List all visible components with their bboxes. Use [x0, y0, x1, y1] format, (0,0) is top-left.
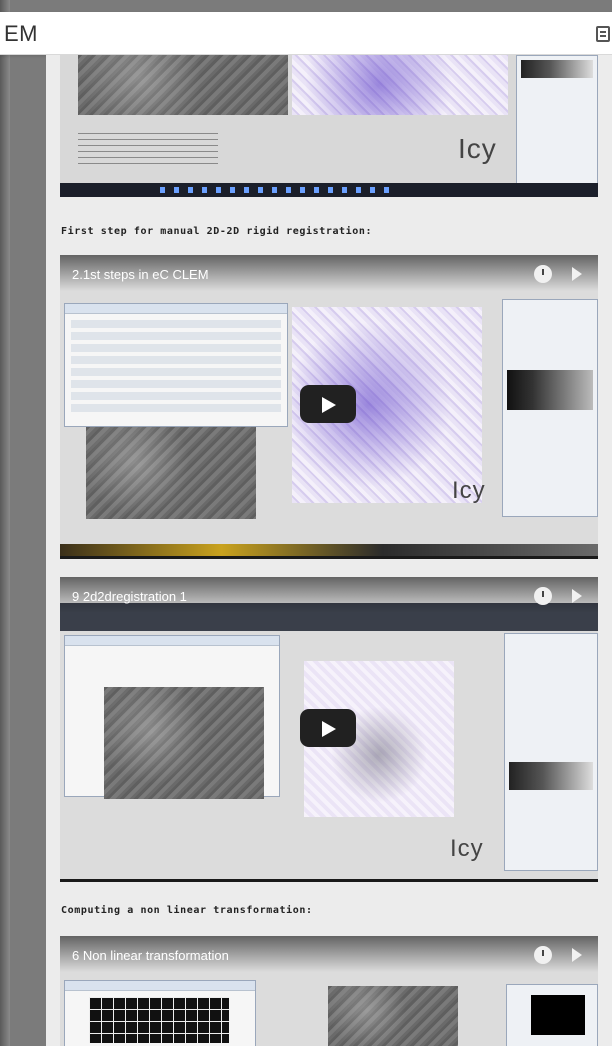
em-image — [86, 427, 256, 519]
video-title[interactable]: 9 2d2dregistration 1 — [72, 589, 187, 604]
plugin-window — [64, 303, 288, 427]
histogram-panel — [509, 762, 593, 790]
icy-logo: Icy — [452, 477, 486, 504]
em-image — [78, 55, 288, 115]
watch-later-icon[interactable] — [534, 265, 552, 283]
share-icon[interactable] — [572, 589, 582, 603]
icy-logo: Icy — [450, 835, 484, 862]
screenshot-image: Icy — [60, 55, 598, 197]
window-titlebar — [65, 636, 279, 646]
left-gutter — [0, 0, 10, 1046]
share-icon[interactable] — [572, 948, 582, 962]
icy-logo: Icy — [458, 133, 497, 164]
fluorescence-image — [292, 55, 508, 115]
properties-panel — [516, 55, 598, 185]
watch-later-icon[interactable] — [534, 587, 552, 605]
section-heading: First step for manual 2D-2D rigid regist… — [61, 226, 373, 237]
video-player[interactable]: 9 2d2dregistration 1 Icy — [60, 577, 598, 882]
console-output — [78, 133, 218, 165]
plugin-controls — [71, 320, 281, 416]
taskbar-icons — [160, 187, 390, 193]
plugin-window — [64, 980, 256, 1046]
video-player[interactable]: 2.1st steps in eC CLEM Icy — [60, 255, 598, 559]
window-titlebar — [65, 304, 287, 314]
top-bar: EM — [0, 12, 612, 55]
window-titlebar — [65, 981, 255, 991]
article-content: Icy First step for manual 2D-2D rigid re… — [46, 55, 612, 1046]
properties-panel — [504, 633, 598, 871]
play-button[interactable] — [300, 709, 356, 747]
share-icon[interactable] — [572, 267, 582, 281]
windows-taskbar — [60, 183, 598, 197]
canvas-preview — [531, 995, 585, 1035]
em-image-window — [104, 687, 264, 799]
properties-panel — [506, 984, 598, 1046]
book-icon[interactable] — [596, 26, 610, 42]
histogram-panel — [521, 60, 593, 78]
page-title: EM — [4, 21, 38, 46]
histogram-panel — [507, 370, 593, 410]
deformed-grid-image — [89, 997, 229, 1043]
video-title[interactable]: 6 Non linear transformation — [72, 948, 229, 963]
video-bottom-strip — [60, 544, 598, 556]
watch-later-icon[interactable] — [534, 946, 552, 964]
properties-panel — [502, 299, 598, 517]
video-player[interactable]: 6 Non linear transformation — [60, 936, 598, 1046]
em-image-window — [328, 986, 458, 1046]
video-title[interactable]: 2.1st steps in eC CLEM — [72, 267, 209, 282]
play-button[interactable] — [300, 385, 356, 423]
section-heading: Computing a non linear transformation: — [61, 905, 313, 916]
